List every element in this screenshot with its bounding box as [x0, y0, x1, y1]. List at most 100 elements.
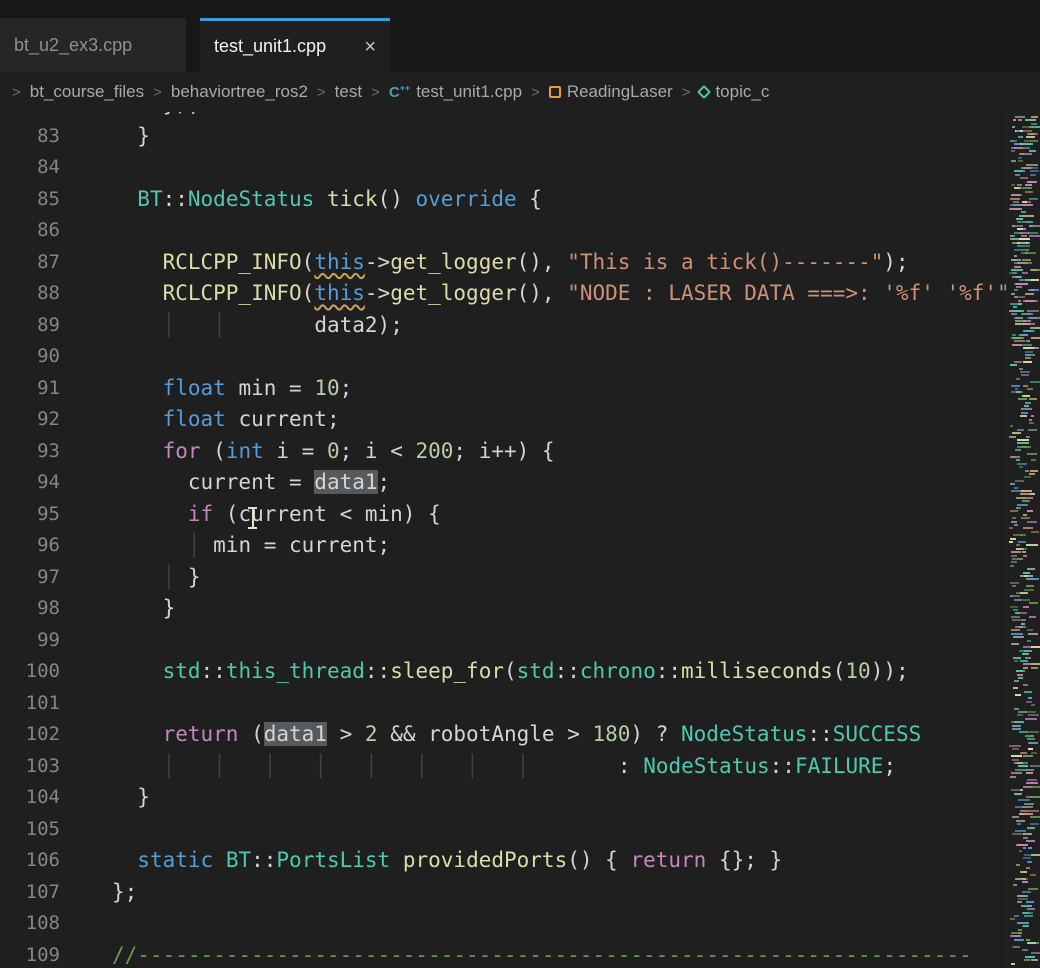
line-number: 102	[0, 719, 60, 751]
breadcrumb: > bt_course_files > behaviortree_ros2 > test >…	[0, 72, 1040, 112]
code-line-87[interactable]: 87 RCLCPP_INFO(this->get_logger(), "This…	[0, 247, 1040, 279]
line-number: 109	[0, 940, 60, 968]
code-line-85[interactable]: 85 BT::NodeStatus tick() override {	[0, 184, 1040, 216]
chevron-right-icon: >	[531, 84, 540, 101]
code-line-107[interactable]: 107};	[0, 877, 1040, 909]
breadcrumb-label: ReadingLaser	[567, 82, 673, 102]
code-line-90[interactable]: 90	[0, 341, 1040, 373]
code-text	[60, 814, 112, 846]
breadcrumb-label: bt_course_files	[30, 82, 144, 102]
code-line-96[interactable]: 96 │ min = current;	[0, 530, 1040, 562]
code-text: current = data1;	[60, 467, 390, 499]
line-number: 98	[0, 593, 60, 625]
code-line-100[interactable]: 100 std::this_thread::sleep_for(std::chr…	[0, 656, 1040, 688]
code-text: │ }	[60, 562, 201, 594]
line-number: 103	[0, 751, 60, 783]
breadcrumb-item-test-unit1-cpp[interactable]: Ctest_unit1.cpp	[389, 82, 522, 102]
code-line-82[interactable]: 82 });	[0, 112, 1040, 121]
code-line-94[interactable]: 94 current = data1;	[0, 467, 1040, 499]
code-text: std::this_thread::sleep_for(std::chrono:…	[60, 656, 909, 688]
code-text: │ │ │ │ │ │ │ │ : NodeStatus::FAILURE;	[60, 751, 896, 783]
code-text: RCLCPP_INFO(this->get_logger(), "NODE : …	[60, 278, 1022, 310]
line-number: 89	[0, 310, 60, 342]
breadcrumb-label: topic_c	[715, 82, 769, 102]
line-number: 85	[0, 184, 60, 216]
vscode-window: bt_u2_ex3.cpp test_unit1.cpp × > bt_cours…	[0, 0, 1040, 968]
chevron-right-icon: >	[317, 84, 326, 101]
code-line-104[interactable]: 104 }	[0, 782, 1040, 814]
tab-label: test_unit1.cpp	[214, 36, 326, 57]
line-number: 83	[0, 121, 60, 153]
code-text: BT::NodeStatus tick() override {	[60, 184, 542, 216]
code-editor[interactable]: 82 });83 }8485 BT::NodeStatus tick() ove…	[0, 112, 1040, 968]
line-number: 104	[0, 782, 60, 814]
line-number: 91	[0, 373, 60, 405]
code-line-91[interactable]: 91 float min = 10;	[0, 373, 1040, 405]
code-line-84[interactable]: 84	[0, 152, 1040, 184]
titlebar	[0, 0, 1040, 18]
breadcrumb-item-behaviortree-ros2[interactable]: behaviortree_ros2	[171, 82, 308, 102]
code-line-88[interactable]: 88 RCLCPP_INFO(this->get_logger(), "NODE…	[0, 278, 1040, 310]
code-text: }	[60, 121, 150, 153]
mouse-ibeam-cursor	[247, 505, 258, 531]
chevron-right-icon: >	[682, 84, 691, 101]
breadcrumb-label: test	[335, 82, 362, 102]
code-line-103[interactable]: 103 │ │ │ │ │ │ │ │ : NodeStatus::FAILUR…	[0, 751, 1040, 783]
code-line-102[interactable]: 102 return (data1 > 2 && robotAngle > 18…	[0, 719, 1040, 751]
line-number: 87	[0, 247, 60, 279]
code-line-108[interactable]: 108	[0, 908, 1040, 940]
code-line-106[interactable]: 106 static BT::PortsList providedPorts()…	[0, 845, 1040, 877]
code-text	[60, 625, 112, 657]
code-text: │ min = current;	[60, 530, 390, 562]
code-text: static BT::PortsList providedPorts() { r…	[60, 845, 782, 877]
line-number: 86	[0, 215, 60, 247]
line-number: 105	[0, 814, 60, 846]
code-text	[60, 215, 112, 247]
code-line-105[interactable]: 105	[0, 814, 1040, 846]
code-text	[60, 908, 112, 940]
line-number: 97	[0, 562, 60, 594]
code-line-83[interactable]: 83 }	[0, 121, 1040, 153]
breadcrumb-label: test_unit1.cpp	[416, 82, 522, 102]
line-number: 93	[0, 436, 60, 468]
code-line-89[interactable]: 89 │ │ data2);	[0, 310, 1040, 342]
code-line-86[interactable]: 86	[0, 215, 1040, 247]
code-text	[60, 152, 112, 184]
code-line-98[interactable]: 98 }	[0, 593, 1040, 625]
code-line-109[interactable]: 109//-----------------------------------…	[0, 940, 1040, 968]
line-number: 82	[0, 112, 60, 121]
cpp-file-icon: C	[389, 83, 410, 101]
code-line-92[interactable]: 92 float current;	[0, 404, 1040, 436]
line-number: 106	[0, 845, 60, 877]
close-icon[interactable]: ×	[352, 37, 376, 57]
minimap[interactable]	[1006, 112, 1040, 968]
chevron-right-icon: >	[371, 84, 380, 101]
code-line-95[interactable]: 95 if (current < min) {	[0, 499, 1040, 531]
code-text: };	[60, 877, 137, 909]
tab-bt-u2-ex3-cpp[interactable]: bt_u2_ex3.cpp	[0, 18, 186, 72]
tab-bar: bt_u2_ex3.cpp test_unit1.cpp ×	[0, 18, 1040, 72]
code-text: float min = 10;	[60, 373, 352, 405]
chevron-right-icon: >	[153, 84, 162, 101]
line-number: 107	[0, 877, 60, 909]
code-text: //--------------------------------------…	[60, 940, 972, 968]
breadcrumb-item-readinglaser[interactable]: ReadingLaser	[549, 82, 673, 102]
code-text	[60, 341, 112, 373]
code-line-97[interactable]: 97 │ }	[0, 562, 1040, 594]
code-line-99[interactable]: 99	[0, 625, 1040, 657]
code-line-93[interactable]: 93 for (int i = 0; i < 200; i++) {	[0, 436, 1040, 468]
code-text	[60, 688, 112, 720]
line-number: 95	[0, 499, 60, 531]
tab-test-unit1-cpp[interactable]: test_unit1.cpp ×	[200, 18, 390, 72]
breadcrumb-item-test[interactable]: test	[335, 82, 362, 102]
line-number: 94	[0, 467, 60, 499]
breadcrumb-item-bt-course-files[interactable]: bt_course_files	[30, 82, 144, 102]
code-text: });	[60, 112, 201, 121]
code-line-101[interactable]: 101	[0, 688, 1040, 720]
code-text: │ │ data2);	[60, 310, 403, 342]
tab-divider	[186, 18, 200, 72]
breadcrumb-item-topic-c[interactable]: topic_c	[699, 82, 769, 102]
line-number: 101	[0, 688, 60, 720]
code-text: for (int i = 0; i < 200; i++) {	[60, 436, 555, 468]
method-symbol-icon	[697, 85, 711, 99]
